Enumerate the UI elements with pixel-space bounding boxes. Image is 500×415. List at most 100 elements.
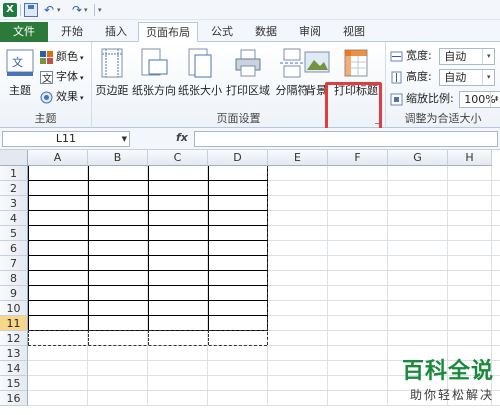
scale-icon: [390, 93, 403, 106]
row-header-14[interactable]: 14: [0, 361, 28, 376]
chevron-down-icon: ▾: [80, 54, 84, 62]
table-border: [28, 300, 267, 301]
print-area-button[interactable]: 打印区域: [224, 48, 272, 98]
row-header-4[interactable]: 4: [0, 211, 28, 226]
undo-icon[interactable]: ↶: [42, 3, 56, 17]
themes-button[interactable]: 文 主题: [4, 48, 36, 98]
row-header-15[interactable]: 15: [0, 376, 28, 391]
table-border: [28, 240, 267, 241]
gridline: [387, 166, 388, 406]
save-icon[interactable]: [24, 3, 38, 17]
quick-access-toolbar: X ↶ ▾ ↷ ▾ ▾: [0, 0, 500, 20]
row-header-5[interactable]: 5: [0, 226, 28, 241]
themes-icon: 文: [5, 48, 35, 78]
column-header-c[interactable]: C: [148, 150, 208, 166]
chevron-down-icon: ▾: [482, 69, 494, 85]
row-header-12[interactable]: 12: [0, 331, 28, 346]
column-header-f[interactable]: F: [328, 150, 388, 166]
chevron-down-icon: ▼: [121, 135, 127, 143]
select-all-corner[interactable]: [0, 150, 28, 166]
scale-label: 缩放比例:: [406, 92, 454, 105]
width-select[interactable]: 自动 ▾: [439, 47, 496, 65]
scale-group-label: 调整为合适大小: [404, 112, 482, 125]
column-header-h[interactable]: H: [448, 150, 492, 166]
row-header-6[interactable]: 6: [0, 241, 28, 256]
theme-effects-button[interactable]: 效果 ▾: [40, 88, 84, 106]
row-header-16[interactable]: 16: [0, 391, 28, 406]
name-box[interactable]: L11 ▼: [2, 131, 130, 147]
table-border: [28, 210, 267, 211]
height-select[interactable]: 自动 ▾: [439, 68, 496, 86]
table-border: [88, 166, 89, 331]
width-value: 自动: [444, 49, 467, 63]
margins-button[interactable]: 页边距: [94, 48, 130, 98]
scale-row: 缩放比例: 100% ⬍: [390, 90, 500, 108]
spinner-icon: ⬍: [490, 91, 500, 107]
redo-icon[interactable]: ↷: [70, 3, 84, 17]
row-header-7[interactable]: 7: [0, 256, 28, 271]
watermark-title: 百科全说: [401, 359, 494, 384]
theme-colors-button[interactable]: 颜色 ▾: [40, 48, 84, 66]
orientation-label: 纸张方向: [132, 84, 176, 97]
theme-fonts-button[interactable]: 文 字体 ▾: [40, 68, 84, 86]
insert-function-icon[interactable]: fx: [176, 131, 188, 144]
tab-view[interactable]: 视图: [334, 22, 374, 42]
effects-icon: [40, 91, 53, 104]
chevron-down-icon: ▾: [80, 94, 84, 102]
formula-bar: L11 ▼ fx: [0, 128, 500, 150]
watermark-logo: 百科全说 助你轻松解决: [402, 353, 494, 403]
height-icon: [390, 71, 403, 84]
theme-colors-label: 颜色: [56, 50, 78, 63]
gridline: [327, 166, 328, 406]
height-row: 高度: 自动 ▾: [390, 68, 496, 86]
formula-input[interactable]: [194, 131, 498, 147]
column-header-b[interactable]: B: [88, 150, 148, 166]
themes-button-label: 主题: [9, 84, 31, 97]
themes-group: 文 主题 颜色 ▾ 文 字体 ▾ 效果 ▾ 主题: [0, 42, 92, 128]
undo-dropdown-icon[interactable]: ▾: [57, 3, 71, 17]
redo-dropdown-icon[interactable]: ▾: [84, 3, 98, 17]
tab-home[interactable]: 开始: [52, 22, 92, 42]
row-header-2[interactable]: 2: [0, 181, 28, 196]
tab-review[interactable]: 审阅: [290, 22, 330, 42]
margins-label: 页边距: [95, 84, 129, 97]
column-header-e[interactable]: E: [268, 150, 328, 166]
column-header-a[interactable]: A: [28, 150, 88, 166]
print-area-border: [28, 345, 267, 346]
row-header-10[interactable]: 10: [0, 301, 28, 316]
color-palette-icon: [40, 50, 53, 64]
row-header-9[interactable]: 9: [0, 286, 28, 301]
tab-data[interactable]: 数据: [246, 22, 286, 42]
tab-file[interactable]: 文件: [0, 22, 48, 42]
row-header-1[interactable]: 1: [0, 166, 28, 181]
customize-toolbar-icon[interactable]: ▾: [98, 3, 112, 17]
column-header-g[interactable]: G: [388, 150, 448, 166]
row-header-13[interactable]: 13: [0, 346, 28, 361]
chevron-down-icon: ▾: [482, 48, 494, 64]
table-border: [148, 166, 149, 331]
svg-text:文: 文: [42, 72, 52, 84]
excel-logo-icon: X: [3, 3, 17, 17]
ribbon-tabs: 文件 开始 插入 页面布局 公式 数据 审阅 视图: [0, 20, 500, 42]
orientation-button[interactable]: 纸张方向: [132, 48, 176, 98]
theme-fonts-label: 字体: [56, 70, 78, 83]
font-icon: 文: [40, 70, 53, 85]
print-area-border: [28, 330, 29, 345]
themes-group-label: 主题: [34, 112, 57, 125]
size-button[interactable]: 纸张大小: [178, 48, 222, 98]
row-header-8[interactable]: 8: [0, 271, 28, 286]
orientation-icon: [139, 48, 169, 78]
scale-spinner[interactable]: 100% ⬍: [459, 90, 500, 108]
tab-formulas[interactable]: 公式: [202, 22, 242, 42]
column-header-d[interactable]: D: [208, 150, 268, 166]
row-header-3[interactable]: 3: [0, 196, 28, 211]
row-header-11[interactable]: 11: [0, 316, 28, 331]
width-row: 宽度: 自动 ▾: [390, 47, 496, 65]
height-label: 高度:: [406, 70, 432, 83]
table-border: [28, 180, 267, 181]
table-border: [28, 166, 29, 331]
tab-page-layout[interactable]: 页面布局: [138, 22, 198, 42]
watermark-subtitle: 助你轻松解决: [409, 388, 494, 402]
table-border: [28, 315, 267, 316]
tab-insert[interactable]: 插入: [96, 22, 136, 42]
